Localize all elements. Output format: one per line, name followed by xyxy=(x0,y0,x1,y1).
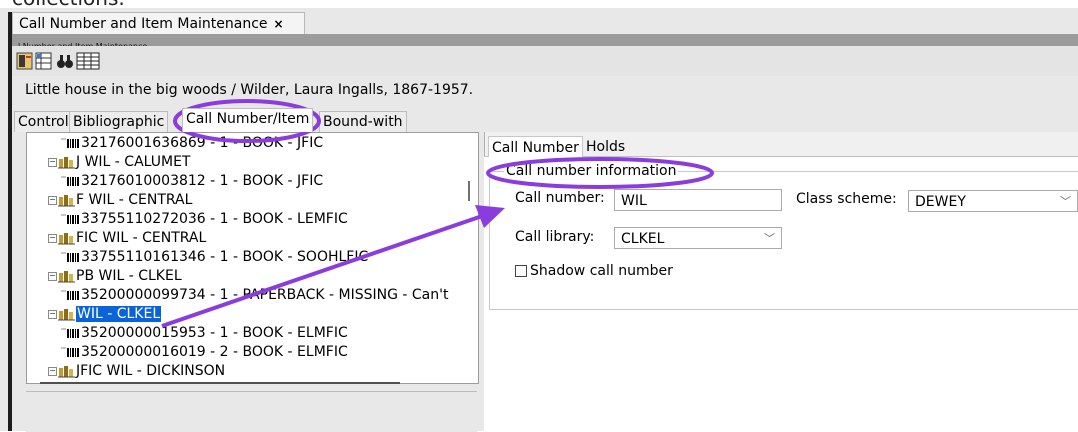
tree-call-label: J WIL - CALUMET xyxy=(76,154,191,170)
class-scheme-label: Class scheme: xyxy=(796,191,897,207)
barcode-icon xyxy=(61,347,79,357)
tree-call-label: F WIL - CENTRAL xyxy=(76,192,193,208)
shadow-call-number-label: Shadow call number xyxy=(530,263,673,279)
detail-tabs: Call Number Holds xyxy=(486,134,686,157)
tree-item-label: 32176001636869 - 1 - BOOK - JFIC xyxy=(81,135,324,151)
chevron-down-icon: ﹀ xyxy=(764,232,775,245)
barcode-icon xyxy=(61,252,79,262)
document-tab-label: Call Number and Item Maintenance xyxy=(19,16,268,32)
collapse-icon[interactable]: − xyxy=(48,271,57,281)
tree-item-label: 35200000015953 - 1 - BOOK - ELMFIC xyxy=(81,325,348,341)
tree-call-node[interactable]: − J WIL - CALUMET xyxy=(48,153,190,171)
spreadsheet-icon[interactable] xyxy=(35,52,53,70)
tree-item-line[interactable]: 35200000015953 - 1 - BOOK - ELMFIC xyxy=(61,324,348,342)
tree-horizontal-scrollbar[interactable] xyxy=(40,382,400,384)
tab-bound-with[interactable]: Bound-with xyxy=(319,111,407,132)
books-icon xyxy=(58,157,75,169)
tree-item-label: 33755110161346 - 1 - BOOK - SOOHLFIC xyxy=(81,249,369,265)
tree-call-node[interactable]: − F WIL - CENTRAL xyxy=(48,191,192,209)
window-title-bar: l Number and Item Maintenance xyxy=(12,34,1078,51)
tree-item-line[interactable]: 35200000016019 - 2 - BOOK - ELMFIC xyxy=(61,343,348,361)
title-info: Little house in the big woods / Wilder, … xyxy=(12,76,1078,106)
tree-call-node[interactable]: − JFIC WIL - DICKINSON xyxy=(48,362,225,380)
left-footer-pane xyxy=(26,391,477,432)
toolbar xyxy=(12,46,1078,76)
barcode-icon xyxy=(61,176,79,186)
page-caption-fragment: collections. xyxy=(0,0,1078,8)
collapse-icon[interactable]: − xyxy=(48,233,57,243)
barcode-icon xyxy=(61,214,79,224)
call-number-input[interactable]: WIL xyxy=(614,189,782,211)
tab-control[interactable]: Control xyxy=(14,111,73,132)
tree-call-node-selected[interactable]: − WIL - CLKEL xyxy=(48,305,162,323)
call-number-label: Call number: xyxy=(515,190,605,206)
tab-holds[interactable]: Holds xyxy=(583,136,628,156)
tree-item-line[interactable]: 35200000099734 - 1 - PAPERBACK - MISSING… xyxy=(61,286,448,304)
tree-call-label: JFIC WIL - DICKINSON xyxy=(76,363,226,379)
tree-call-label: FIC WIL - CENTRAL xyxy=(76,230,207,246)
call-number-tree[interactable]: 32176001636869 - 1 - BOOK - JFIC − J WIL … xyxy=(26,132,479,384)
tree-item-line[interactable]: 32176001636869 - 1 - BOOK - JFIC xyxy=(61,134,323,152)
tab-call-number[interactable]: Call Number xyxy=(488,136,583,157)
tree-call-node[interactable]: − PB WIL - CLKEL xyxy=(48,267,182,285)
main-tabs: Control Bibliographic Call Number/Item B… xyxy=(12,106,482,132)
shadow-call-number-checkbox[interactable]: Shadow call number xyxy=(515,263,673,279)
call-library-value: CLKEL xyxy=(621,231,665,247)
close-icon[interactable]: × xyxy=(274,17,284,31)
tree-item-label: 32176010003812 - 1 - BOOK - JFIC xyxy=(81,173,324,189)
books-icon xyxy=(58,233,75,245)
books-icon xyxy=(58,366,75,378)
tab-bibliographic[interactable]: Bibliographic xyxy=(69,111,169,132)
books-icon xyxy=(58,309,75,321)
tree-item-label: 35200000099734 - 1 - PAPERBACK - MISSING… xyxy=(81,287,449,303)
tree-item-line[interactable]: 33755110272036 - 1 - BOOK - LEMFIC xyxy=(61,210,348,228)
barcode-icon xyxy=(61,290,79,300)
barcode-icon xyxy=(61,328,79,338)
group-title: Call number information xyxy=(504,163,679,179)
books-icon xyxy=(58,271,75,283)
tree-call-label: PB WIL - CLKEL xyxy=(76,268,182,284)
class-scheme-select[interactable]: DEWEY ﹀ xyxy=(908,190,1078,212)
tree-call-node[interactable]: − FIC WIL - CENTRAL xyxy=(48,229,206,247)
tree-item-line[interactable]: 33755110161346 - 1 - BOOK - SOOHLFIC xyxy=(61,248,368,266)
tab-call-number-item[interactable]: Call Number/Item xyxy=(182,108,314,132)
call-library-select[interactable]: CLKEL ﹀ xyxy=(614,227,782,249)
tree-call-label: WIL - CLKEL xyxy=(76,306,162,322)
collapse-icon[interactable]: − xyxy=(48,309,57,319)
collapse-icon[interactable]: − xyxy=(48,366,57,376)
tree-item-label: 35200000016019 - 2 - BOOK - ELMFIC xyxy=(81,344,348,360)
binoculars-icon[interactable] xyxy=(56,52,74,70)
checkbox-icon[interactable] xyxy=(515,265,527,277)
tree-vertical-scrollbar[interactable] xyxy=(468,181,470,201)
tree-item-line[interactable]: 32176010003812 - 1 - BOOK - JFIC xyxy=(61,172,323,190)
document-tab[interactable]: Call Number and Item Maintenance × xyxy=(12,12,305,35)
call-library-label: Call library: xyxy=(515,229,595,245)
chevron-down-icon: ﹀ xyxy=(1060,195,1071,208)
books-icon xyxy=(58,195,75,207)
grid-icon[interactable] xyxy=(76,52,100,70)
class-scheme-value: DEWEY xyxy=(915,194,966,210)
collapse-icon[interactable]: − xyxy=(48,195,57,205)
record-icon[interactable] xyxy=(16,52,34,70)
barcode-icon xyxy=(61,138,79,148)
tree-item-label: 33755110272036 - 1 - BOOK - LEMFIC xyxy=(81,211,348,227)
collapse-icon[interactable]: − xyxy=(48,157,57,167)
